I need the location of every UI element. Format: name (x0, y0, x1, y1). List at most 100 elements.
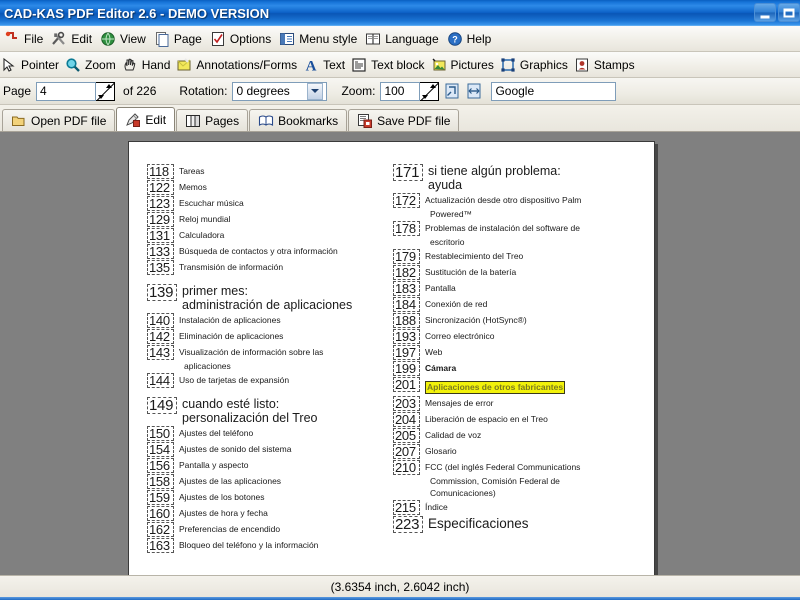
toc-entry[interactable]: 223 Especificaciones (393, 516, 645, 533)
toc-entry-text-group: Liberación de espacio en el Treo (420, 412, 548, 425)
menu-item-help[interactable]: ? Help (445, 28, 498, 50)
tool-text-block[interactable]: Text block (350, 54, 429, 76)
menu-item-view[interactable]: View (98, 28, 152, 50)
toc-entry[interactable]: 210 FCC (del inglés Federal Communication… (393, 460, 645, 475)
minimize-button[interactable] (754, 3, 776, 22)
maximize-button[interactable] (778, 3, 800, 22)
toc-entry-continuation: Comunicaciones) (430, 488, 496, 498)
toc-entry-subtitle: administración de aplicaciones (182, 298, 353, 312)
toc-page-number: 129 (147, 212, 174, 227)
toc-entry[interactable]: 140 Instalación de aplicaciones (147, 313, 387, 328)
toc-entry[interactable]: 143 Visualización de información sobre la… (147, 345, 387, 360)
tool-pointer[interactable]: Pointer (0, 54, 64, 76)
toc-entry[interactable]: 133 Búsqueda de contactos y otra informac… (147, 244, 387, 259)
toc-entry-text-group: Actualización desde otro dispositivo Pal… (420, 193, 581, 206)
toc-entry-title: Eliminación de aplicaciones (179, 331, 284, 341)
toc-entry-title: Sustitución de la batería (425, 267, 517, 277)
toc-entry[interactable]: 129 Reloj mundial (147, 212, 387, 227)
document-canvas[interactable]: 118 Tareas 122 Memos 123 Escuchar música 129 Re… (0, 132, 800, 575)
toc-entry[interactable]: 156 Pantalla y aspecto (147, 458, 387, 473)
toc-entry[interactable]: 150 Ajustes del teléfono (147, 426, 387, 441)
toc-entry[interactable]: 215 Índice (393, 500, 645, 515)
toc-entry[interactable]: 162 Preferencias de encendido (147, 522, 387, 537)
tool-hand[interactable]: Hand (121, 54, 176, 76)
toc-entry-text-group: Ajustes del teléfono (174, 426, 253, 439)
menu-item-options[interactable]: Options (208, 28, 277, 50)
menu-item-language[interactable]: Language (363, 28, 444, 50)
tool-label-zoom: Zoom (85, 57, 116, 72)
toc-entry-text-group: Memos (174, 180, 207, 193)
toc-entry[interactable]: 205 Calidad de voz (393, 428, 645, 443)
toc-entry[interactable]: 184 Conexión de red (393, 297, 645, 312)
toc-entry[interactable]: 197 Web (393, 345, 645, 360)
page-spinner[interactable] (96, 81, 116, 101)
toc-entry[interactable]: 118 Tareas (147, 164, 387, 179)
toc-entry-text-group: si tiene algún problema: ayuda (423, 164, 561, 192)
tool-graphics[interactable]: Graphics (499, 54, 573, 76)
toc-entry-highlighted: Aplicaciones de otros fabricantes (425, 381, 566, 394)
toc-entry[interactable]: 163 Bloqueo del teléfono y la información (147, 538, 387, 553)
toc-entry[interactable]: 199 Cámara (393, 361, 645, 376)
toc-entry[interactable]: 207 Glosario (393, 444, 645, 459)
tool-stamps[interactable]: Stamps (573, 54, 640, 76)
toc-entry[interactable]: 171 si tiene algún problema: ayuda (393, 164, 645, 192)
fit-page-icon[interactable] (443, 82, 461, 100)
zoom-input[interactable]: 100 (380, 81, 421, 101)
toc-entry[interactable]: 144 Uso de tarjetas de expansión (147, 373, 387, 388)
zoom-spinner[interactable] (420, 81, 440, 101)
search-input[interactable]: Google (491, 81, 617, 101)
spinner-down-icon (422, 94, 429, 99)
fit-width-icon[interactable] (465, 82, 483, 100)
tab-pages[interactable]: Pages (176, 109, 249, 131)
toc-entry-text-group: Especificaciones (423, 516, 529, 531)
tab-bookmarks[interactable]: Bookmarks (249, 109, 348, 131)
tool-zoom[interactable]: Zoom (64, 54, 121, 76)
toc-entry[interactable]: 149 cuando esté listo: personalización del… (147, 397, 387, 425)
toc-entry[interactable]: 179 Restablecimiento del Treo (393, 249, 645, 264)
tab-label-open-pdf-file: Open PDF file (31, 113, 107, 128)
panels-icon (279, 31, 295, 47)
menu-item-menu-style[interactable]: Menu style (277, 28, 363, 50)
page-number-input[interactable]: 4 (36, 81, 97, 101)
window-title: CAD-KAS PDF Editor 2.6 - DEMO VERSION (4, 5, 270, 21)
toc-entry[interactable]: 188 Sincronización (HotSync®) (393, 313, 645, 328)
tab-edit[interactable]: Edit (116, 107, 176, 131)
pdf-page[interactable]: 118 Tareas 122 Memos 123 Escuchar música 129 Re… (128, 141, 655, 575)
toc-entry[interactable]: 123 Escuchar música (147, 196, 387, 211)
tool-text[interactable]: A Text (302, 54, 350, 76)
toc-entry[interactable]: 182 Sustitución de la batería (393, 265, 645, 280)
tab-save-pdf-file[interactable]: Save PDF file (348, 109, 460, 131)
toc-entry[interactable]: 203 Mensajes de error (393, 396, 645, 411)
toc-entry[interactable]: 172 Actualización desde otro dispositivo … (393, 193, 645, 208)
toc-entry[interactable]: 159 Ajustes de los botones (147, 490, 387, 505)
toc-entry[interactable]: 122 Memos (147, 180, 387, 195)
toc-entry-title: Calculadora (179, 230, 225, 240)
tab-open-pdf-file[interactable]: Open PDF file (2, 109, 116, 131)
menu-item-edit[interactable]: Edit (49, 28, 98, 50)
toc-entry[interactable]: 154 Ajustes de sonido del sistema (147, 442, 387, 457)
menu-item-file[interactable]: File (2, 28, 49, 50)
toc-entry[interactable]: 178 Problemas de instalación del software… (393, 221, 645, 236)
toc-entry[interactable]: 139 primer mes: administración de aplicaci… (147, 284, 387, 312)
tool-annotations-forms[interactable]: Annotations/Forms (175, 54, 302, 76)
toc-entry[interactable]: 204 Liberación de espacio en el Treo (393, 412, 645, 427)
toc-entry[interactable]: 193 Correo electrónico (393, 329, 645, 344)
toc-entry[interactable]: 135 Transmisión de información (147, 260, 387, 275)
toc-entry[interactable]: 201 Aplicaciones de otros fabricantes (393, 377, 645, 395)
tool-label-graphics: Graphics (519, 57, 568, 72)
toc-entry-title: Mensajes de error (425, 398, 494, 408)
toc-entry[interactable]: 158 Ajustes de las aplicaciones (147, 474, 387, 489)
toc-entry[interactable]: 142 Eliminación de aplicaciones (147, 329, 387, 344)
rotation-select[interactable]: 0 degrees (232, 81, 328, 101)
toc-page-number: 205 (393, 428, 420, 443)
toc-page-number: 158 (147, 474, 174, 489)
toc-entry[interactable]: 183 Pantalla (393, 281, 645, 296)
toc-entry[interactable]: 131 Calculadora (147, 228, 387, 243)
tool-pictures[interactable]: Pictures (430, 54, 499, 76)
toc-page-number: 203 (393, 396, 420, 411)
chevron-down-icon[interactable] (307, 82, 324, 100)
pages-icon (185, 113, 201, 129)
toc-entry[interactable]: 160 Ajustes de hora y fecha (147, 506, 387, 521)
menu-item-page[interactable]: Page (152, 28, 208, 50)
window-controls (754, 3, 800, 22)
